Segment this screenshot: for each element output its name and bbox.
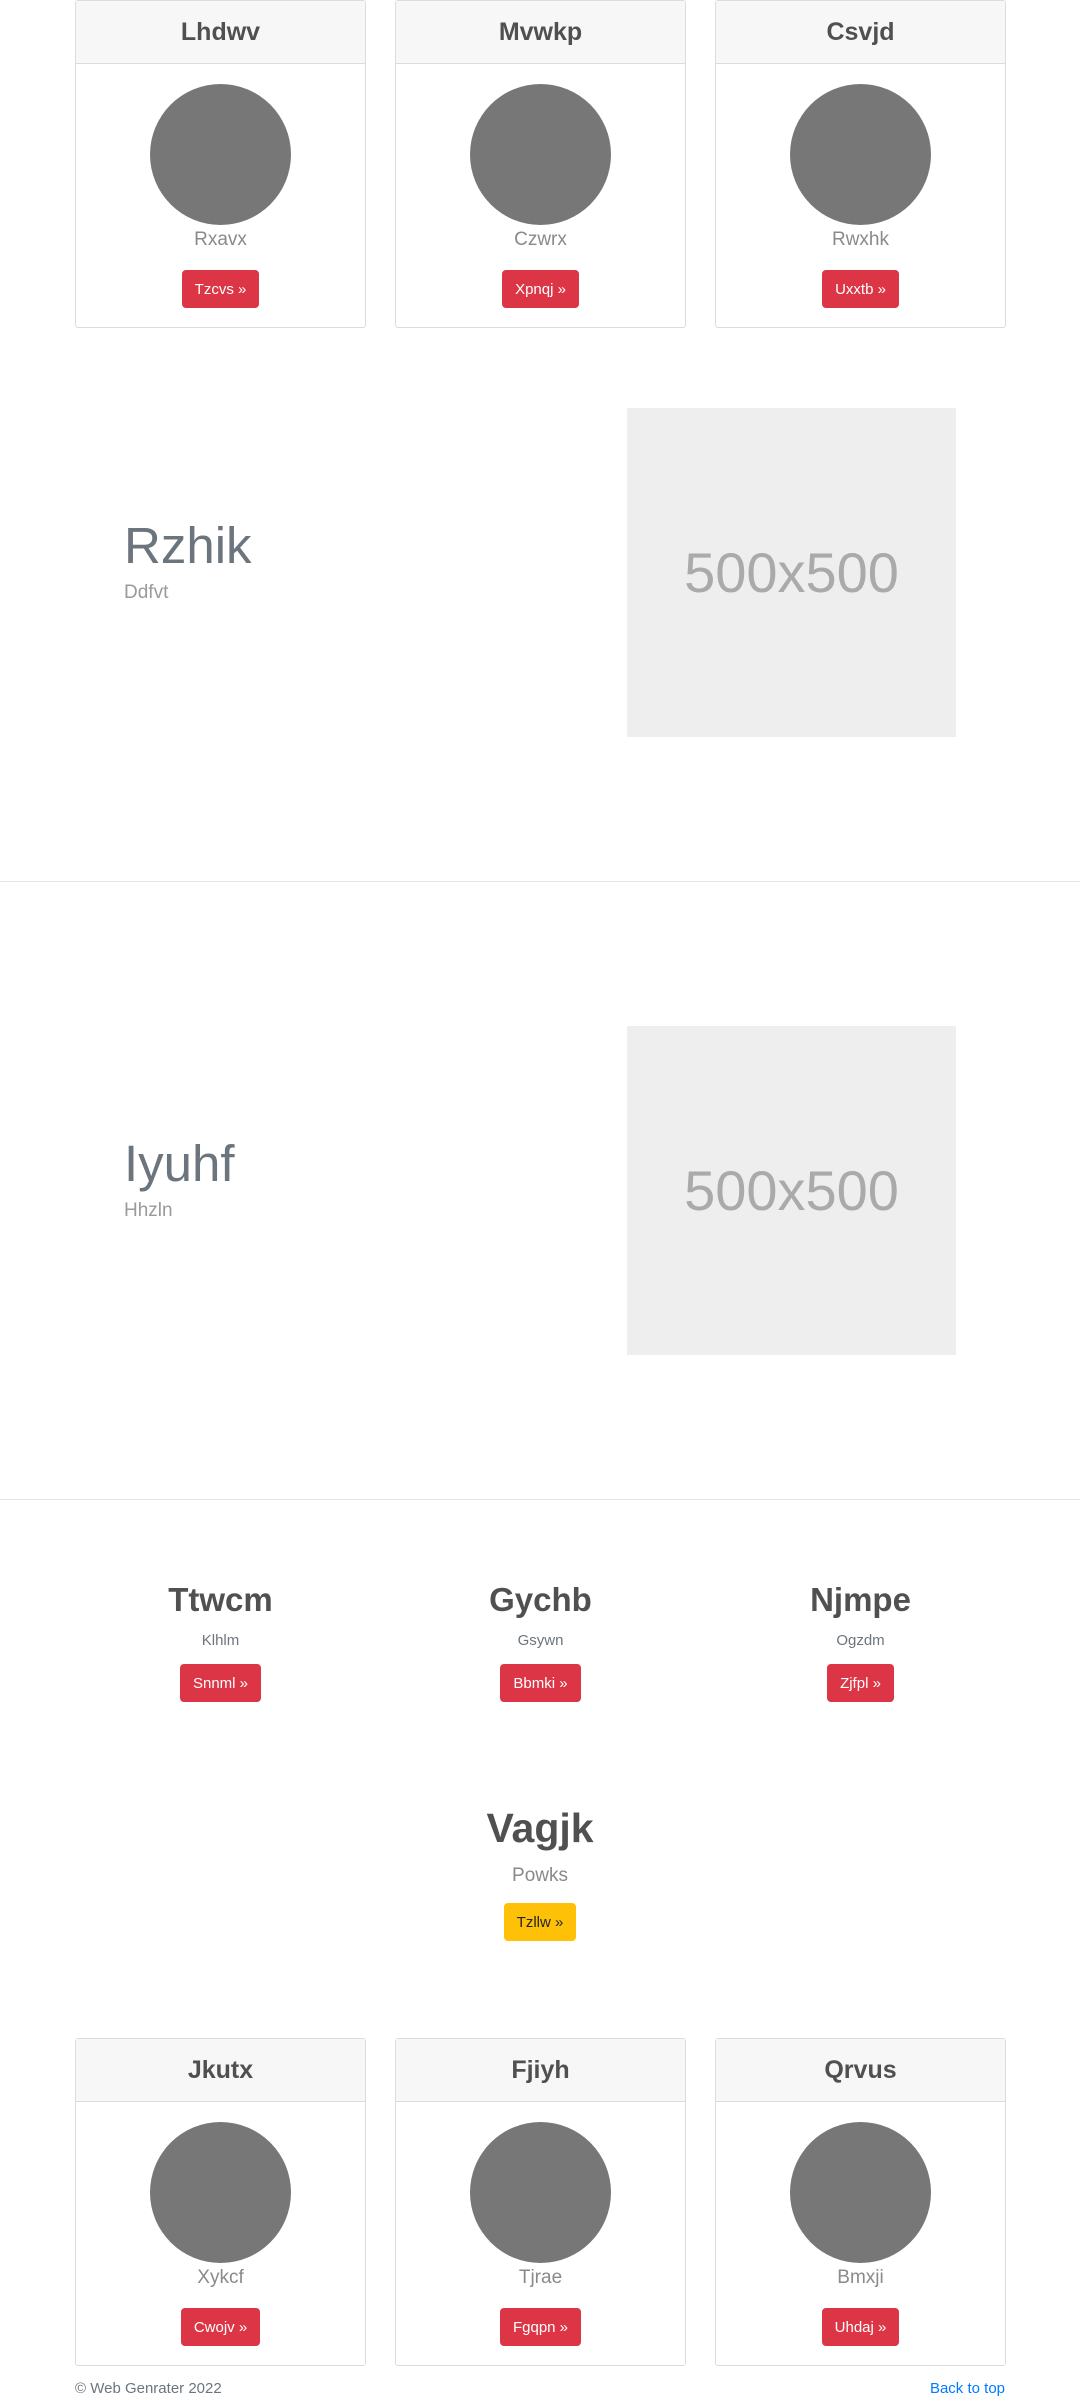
- card-action-button[interactable]: Uxxtb »: [822, 270, 899, 308]
- section-divider: [0, 881, 1080, 882]
- trio-subtitle: Klhlm: [201, 1632, 240, 1649]
- trio-action-button[interactable]: Snnml »: [179, 1664, 262, 1702]
- back-to-top-link[interactable]: Back to top: [930, 2380, 1005, 2397]
- trio-title: Njmpe: [810, 1581, 911, 1618]
- footer: © Web Genrater 2022 Back to top: [75, 2380, 1005, 2404]
- card-text: Xykcf: [197, 2267, 244, 2288]
- card-body: Xykcf Cwojv »: [76, 2102, 365, 2366]
- trio-section: Ttwcm Klhlm Snnml » Gychb Gsywn Bbmki » …: [75, 1575, 1005, 1715]
- profile-card: Lhdwv Rxavx Tzcvs »: [75, 0, 366, 328]
- feature-subtitle: Hhzln: [124, 1200, 173, 1221]
- avatar: [790, 84, 931, 225]
- hero-section: Vagjk Powks Tzllw »: [0, 1800, 1080, 1950]
- trio-subtitle: Ogzdm: [836, 1632, 885, 1649]
- card-body: Rxavx Tzcvs »: [76, 64, 365, 328]
- profile-card: Jkutx Xykcf Cwojv »: [75, 2038, 366, 2366]
- card-title: Jkutx: [76, 2039, 365, 2102]
- profile-card: Csvjd Rwxhk Uxxtb »: [715, 0, 1006, 328]
- card-body: Tjrae Fgqpn »: [396, 2102, 685, 2366]
- profile-card: Fjiyh Tjrae Fgqpn »: [395, 2038, 686, 2366]
- placeholder-image: 500x500: [627, 408, 956, 737]
- feature-section: Iyuhf Hhzln 500x500: [0, 982, 1080, 1600]
- card-text: Rxavx: [194, 229, 247, 250]
- card-text: Tjrae: [518, 2267, 563, 2288]
- card-body: Czwrx Xpnqj »: [396, 64, 685, 328]
- card-body: Rwxhk Uxxtb »: [716, 64, 1005, 328]
- card-title: Csvjd: [716, 1, 1005, 64]
- avatar: [150, 2122, 291, 2263]
- top-card-row: Lhdwv Rxavx Tzcvs » Mvwkp Czwrx Xpnqj » …: [75, 0, 1006, 328]
- card-title: Mvwkp: [396, 1, 685, 64]
- card-title: Fjiyh: [396, 2039, 685, 2102]
- card-text: Bmxji: [837, 2267, 884, 2288]
- profile-card: Qrvus Bmxji Uhdaj »: [715, 2038, 1006, 2366]
- feature-title: Iyuhf: [124, 1135, 235, 1192]
- profile-card: Mvwkp Czwrx Xpnqj »: [395, 0, 686, 328]
- trio-item: Njmpe Ogzdm Zjfpl »: [715, 1575, 1006, 1715]
- trio-action-button[interactable]: Zjfpl »: [827, 1664, 894, 1702]
- feature-title: Rzhik: [124, 517, 252, 574]
- trio-subtitle: Gsywn: [517, 1632, 564, 1649]
- copyright-text: © Web Genrater 2022: [75, 2380, 222, 2397]
- card-text: Rwxhk: [831, 229, 889, 250]
- hero-subtitle: Powks: [512, 1865, 568, 1886]
- card-action-button[interactable]: Xpnqj »: [502, 270, 579, 308]
- trio-item: Ttwcm Klhlm Snnml »: [75, 1575, 366, 1715]
- avatar: [470, 84, 611, 225]
- avatar: [470, 2122, 611, 2263]
- hero-title: Vagjk: [486, 1805, 594, 1851]
- card-text: Czwrx: [514, 229, 567, 250]
- card-action-button[interactable]: Tzcvs »: [181, 270, 260, 308]
- card-title: Qrvus: [716, 2039, 1005, 2102]
- avatar: [790, 2122, 931, 2263]
- trio-title: Ttwcm: [168, 1581, 273, 1618]
- trio-action-button[interactable]: Bbmki »: [500, 1664, 581, 1702]
- bottom-card-row: Jkutx Xykcf Cwojv » Fjiyh Tjrae Fgqpn » …: [75, 2038, 1006, 2366]
- trio-item: Gychb Gsywn Bbmki »: [395, 1575, 686, 1715]
- card-action-button[interactable]: Fgqpn »: [499, 2308, 582, 2346]
- feature-section: Rzhik Ddfvt 500x500: [0, 364, 1080, 982]
- trio-title: Gychb: [489, 1581, 592, 1618]
- feature-subtitle: Ddfvt: [124, 582, 169, 603]
- placeholder-image: 500x500: [627, 1026, 956, 1355]
- card-body: Bmxji Uhdaj »: [716, 2102, 1005, 2366]
- card-action-button[interactable]: Cwojv »: [180, 2308, 261, 2346]
- hero-action-button[interactable]: Tzllw »: [503, 1903, 577, 1941]
- card-action-button[interactable]: Uhdaj »: [821, 2308, 900, 2346]
- section-divider: [0, 1499, 1080, 1500]
- avatar: [150, 84, 291, 225]
- card-title: Lhdwv: [76, 1, 365, 64]
